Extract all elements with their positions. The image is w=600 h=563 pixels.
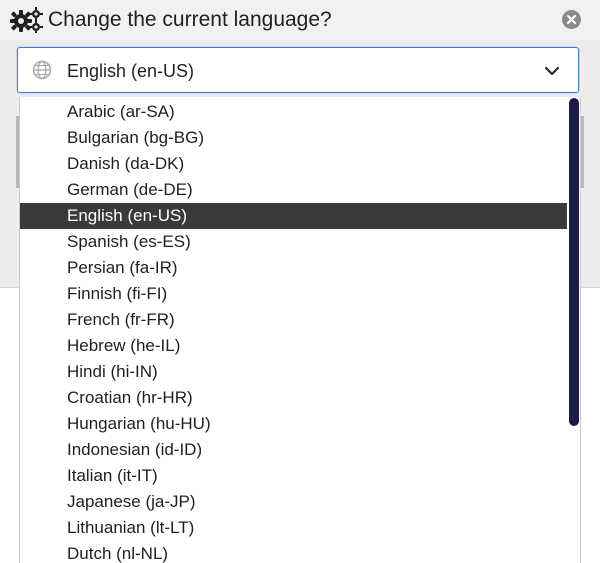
dialog-titlebar: Change the current language? bbox=[0, 0, 600, 40]
language-dropdown-list: Arabic (ar-SA) Bulgarian (bg-BG) Danish (d… bbox=[19, 97, 581, 563]
language-option[interactable]: Bulgarian (bg-BG) bbox=[20, 125, 567, 151]
language-option[interactable]: Dutch (nl-NL) bbox=[20, 541, 567, 563]
language-option[interactable]: Croatian (hr-HR) bbox=[20, 385, 567, 411]
language-option[interactable]: Spanish (es-ES) bbox=[20, 229, 567, 255]
language-option[interactable]: Persian (fa-IR) bbox=[20, 255, 567, 281]
language-option[interactable]: Hindi (hi-IN) bbox=[20, 359, 567, 385]
scrollbar[interactable] bbox=[567, 97, 580, 563]
close-icon[interactable] bbox=[562, 10, 581, 29]
language-option[interactable]: French (fr-FR) bbox=[20, 307, 567, 333]
language-option[interactable]: Italian (it-IT) bbox=[20, 463, 567, 489]
chevron-down-icon[interactable] bbox=[543, 62, 561, 80]
scrollbar-thumb[interactable] bbox=[569, 98, 579, 426]
language-option[interactable]: Arabic (ar-SA) bbox=[20, 99, 567, 125]
language-option[interactable]: Hungarian (hu-HU) bbox=[20, 411, 567, 437]
globe-icon bbox=[32, 60, 52, 80]
language-option[interactable]: Japanese (ja-JP) bbox=[20, 489, 567, 515]
dialog-title: Change the current language? bbox=[48, 8, 332, 31]
gears-icon bbox=[10, 7, 44, 33]
language-dialog: Change the current language? English (en… bbox=[0, 0, 600, 563]
language-option[interactable]: Finnish (fi-FI) bbox=[20, 281, 567, 307]
language-option[interactable]: Hebrew (he-IL) bbox=[20, 333, 567, 359]
language-option[interactable]: Indonesian (id-ID) bbox=[20, 437, 567, 463]
language-option[interactable]: German (de-DE) bbox=[20, 177, 567, 203]
select-value: English (en-US) bbox=[67, 61, 195, 81]
language-option[interactable]: English (en-US) bbox=[20, 203, 567, 229]
language-option[interactable]: Lithuanian (lt-LT) bbox=[20, 515, 567, 541]
language-option[interactable]: Danish (da-DK) bbox=[20, 151, 567, 177]
language-select[interactable]: English (en-US) bbox=[17, 47, 579, 93]
